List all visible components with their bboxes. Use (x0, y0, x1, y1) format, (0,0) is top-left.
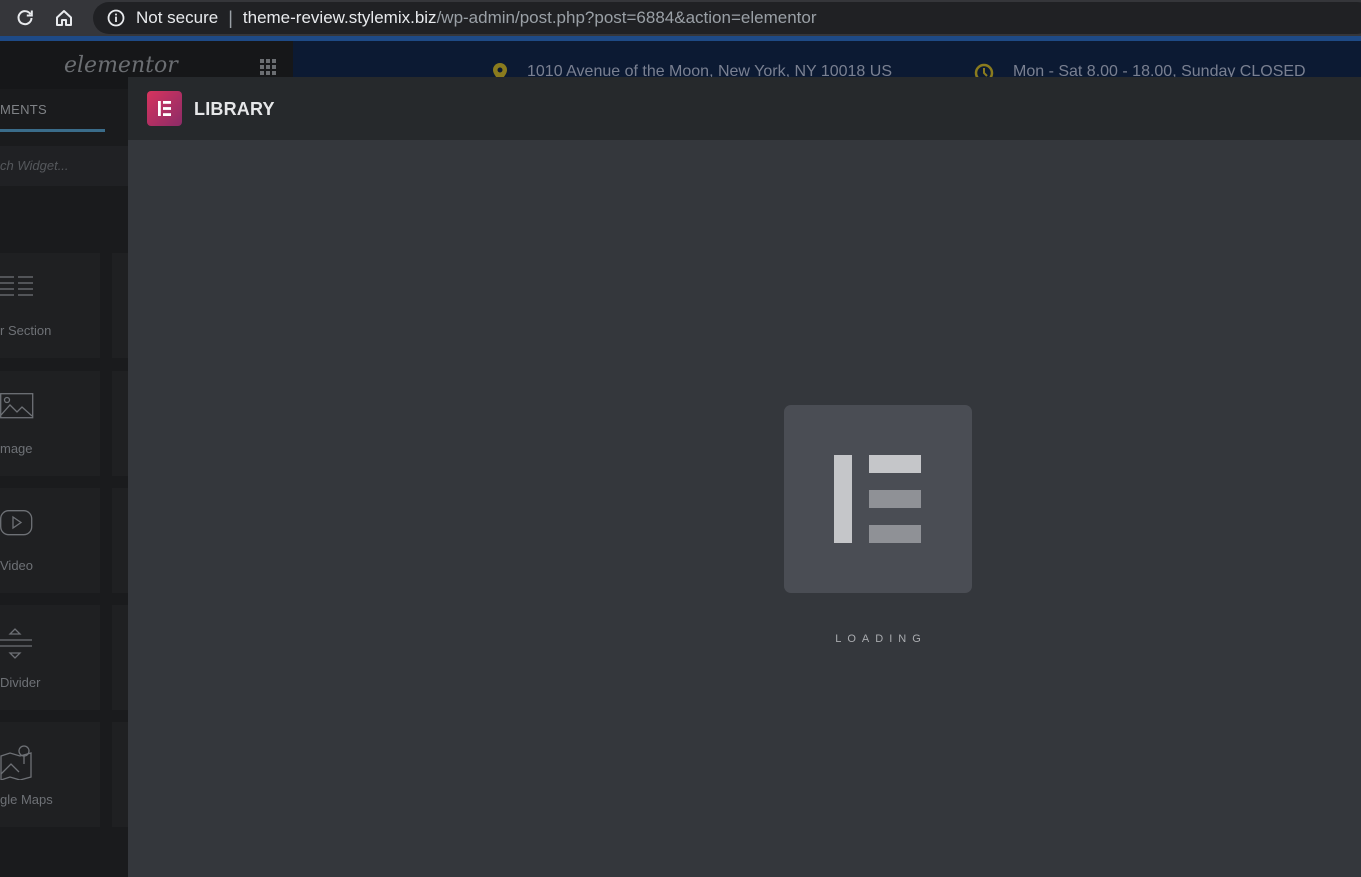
tab-active-indicator (0, 129, 105, 132)
loading-text: LOADING (835, 633, 927, 645)
google-maps-icon (0, 745, 32, 780)
clock-icon (974, 63, 994, 77)
widgets-grid-icon[interactable] (260, 59, 277, 76)
browser-toolbar: Not secure | theme-review.stylemix.biz/w… (0, 0, 1361, 36)
library-header: LIBRARY (128, 77, 1361, 140)
widget-video[interactable]: Video (0, 488, 100, 593)
library-modal: LIBRARY LOADING (128, 77, 1361, 877)
search-widget-input[interactable]: ch Widget... (0, 146, 128, 186)
widget-label: Divider (0, 675, 41, 690)
widget-image[interactable]: mage (0, 371, 100, 476)
widget-tile-partial[interactable] (112, 605, 128, 710)
security-label: Not secure (136, 8, 219, 27)
video-icon (0, 510, 33, 536)
widget-label: Video (0, 558, 34, 573)
site-hours: Mon - Sat 8.00 - 18.00, Sunday CLOSED (1013, 63, 1306, 77)
url-path: /wp-admin/post.php?post=6884&action=elem… (436, 8, 817, 27)
library-title: LIBRARY (194, 99, 275, 119)
loading-logo (784, 405, 972, 593)
image-icon (0, 393, 34, 419)
home-button[interactable] (50, 4, 78, 32)
address-bar[interactable]: Not secure | theme-review.stylemix.biz/w… (93, 2, 1361, 34)
loader-bar-vertical (834, 455, 852, 543)
divider-icon (0, 628, 32, 659)
widget-tile-partial[interactable] (112, 253, 128, 358)
site-info-bar: 1010 Avenue of the Moon, New York, NY 10… (293, 41, 1361, 77)
widget-tile-partial[interactable] (112, 488, 128, 593)
url-host: theme-review.stylemix.biz (242, 8, 437, 27)
loader-bar-top (869, 455, 921, 473)
widget-google-maps[interactable]: gle Maps (0, 722, 100, 827)
widget-divider[interactable]: Divider (0, 605, 100, 710)
widget-tile-partial[interactable] (112, 722, 128, 827)
elementor-logo-icon (147, 91, 182, 126)
widget-inner-section[interactable]: r Section (0, 253, 100, 358)
widget-label: gle Maps (0, 792, 53, 807)
url-separator: | (228, 7, 233, 28)
info-icon[interactable] (107, 9, 125, 27)
elementor-logo: elementor (64, 53, 178, 78)
tab-elements[interactable]: MENTS (0, 102, 47, 117)
loader-bar-middle (869, 490, 921, 508)
home-icon (56, 10, 72, 26)
location-pin-icon (493, 63, 507, 77)
site-address: 1010 Avenue of the Moon, New York, NY 10… (527, 63, 892, 77)
widget-tile-partial[interactable] (112, 371, 128, 476)
inner-section-icon (0, 276, 33, 296)
widget-label: mage (0, 441, 33, 456)
loader-bar-bottom (869, 525, 921, 543)
widget-label: r Section (0, 323, 52, 338)
reload-icon (17, 10, 33, 26)
reload-button[interactable] (11, 4, 39, 32)
